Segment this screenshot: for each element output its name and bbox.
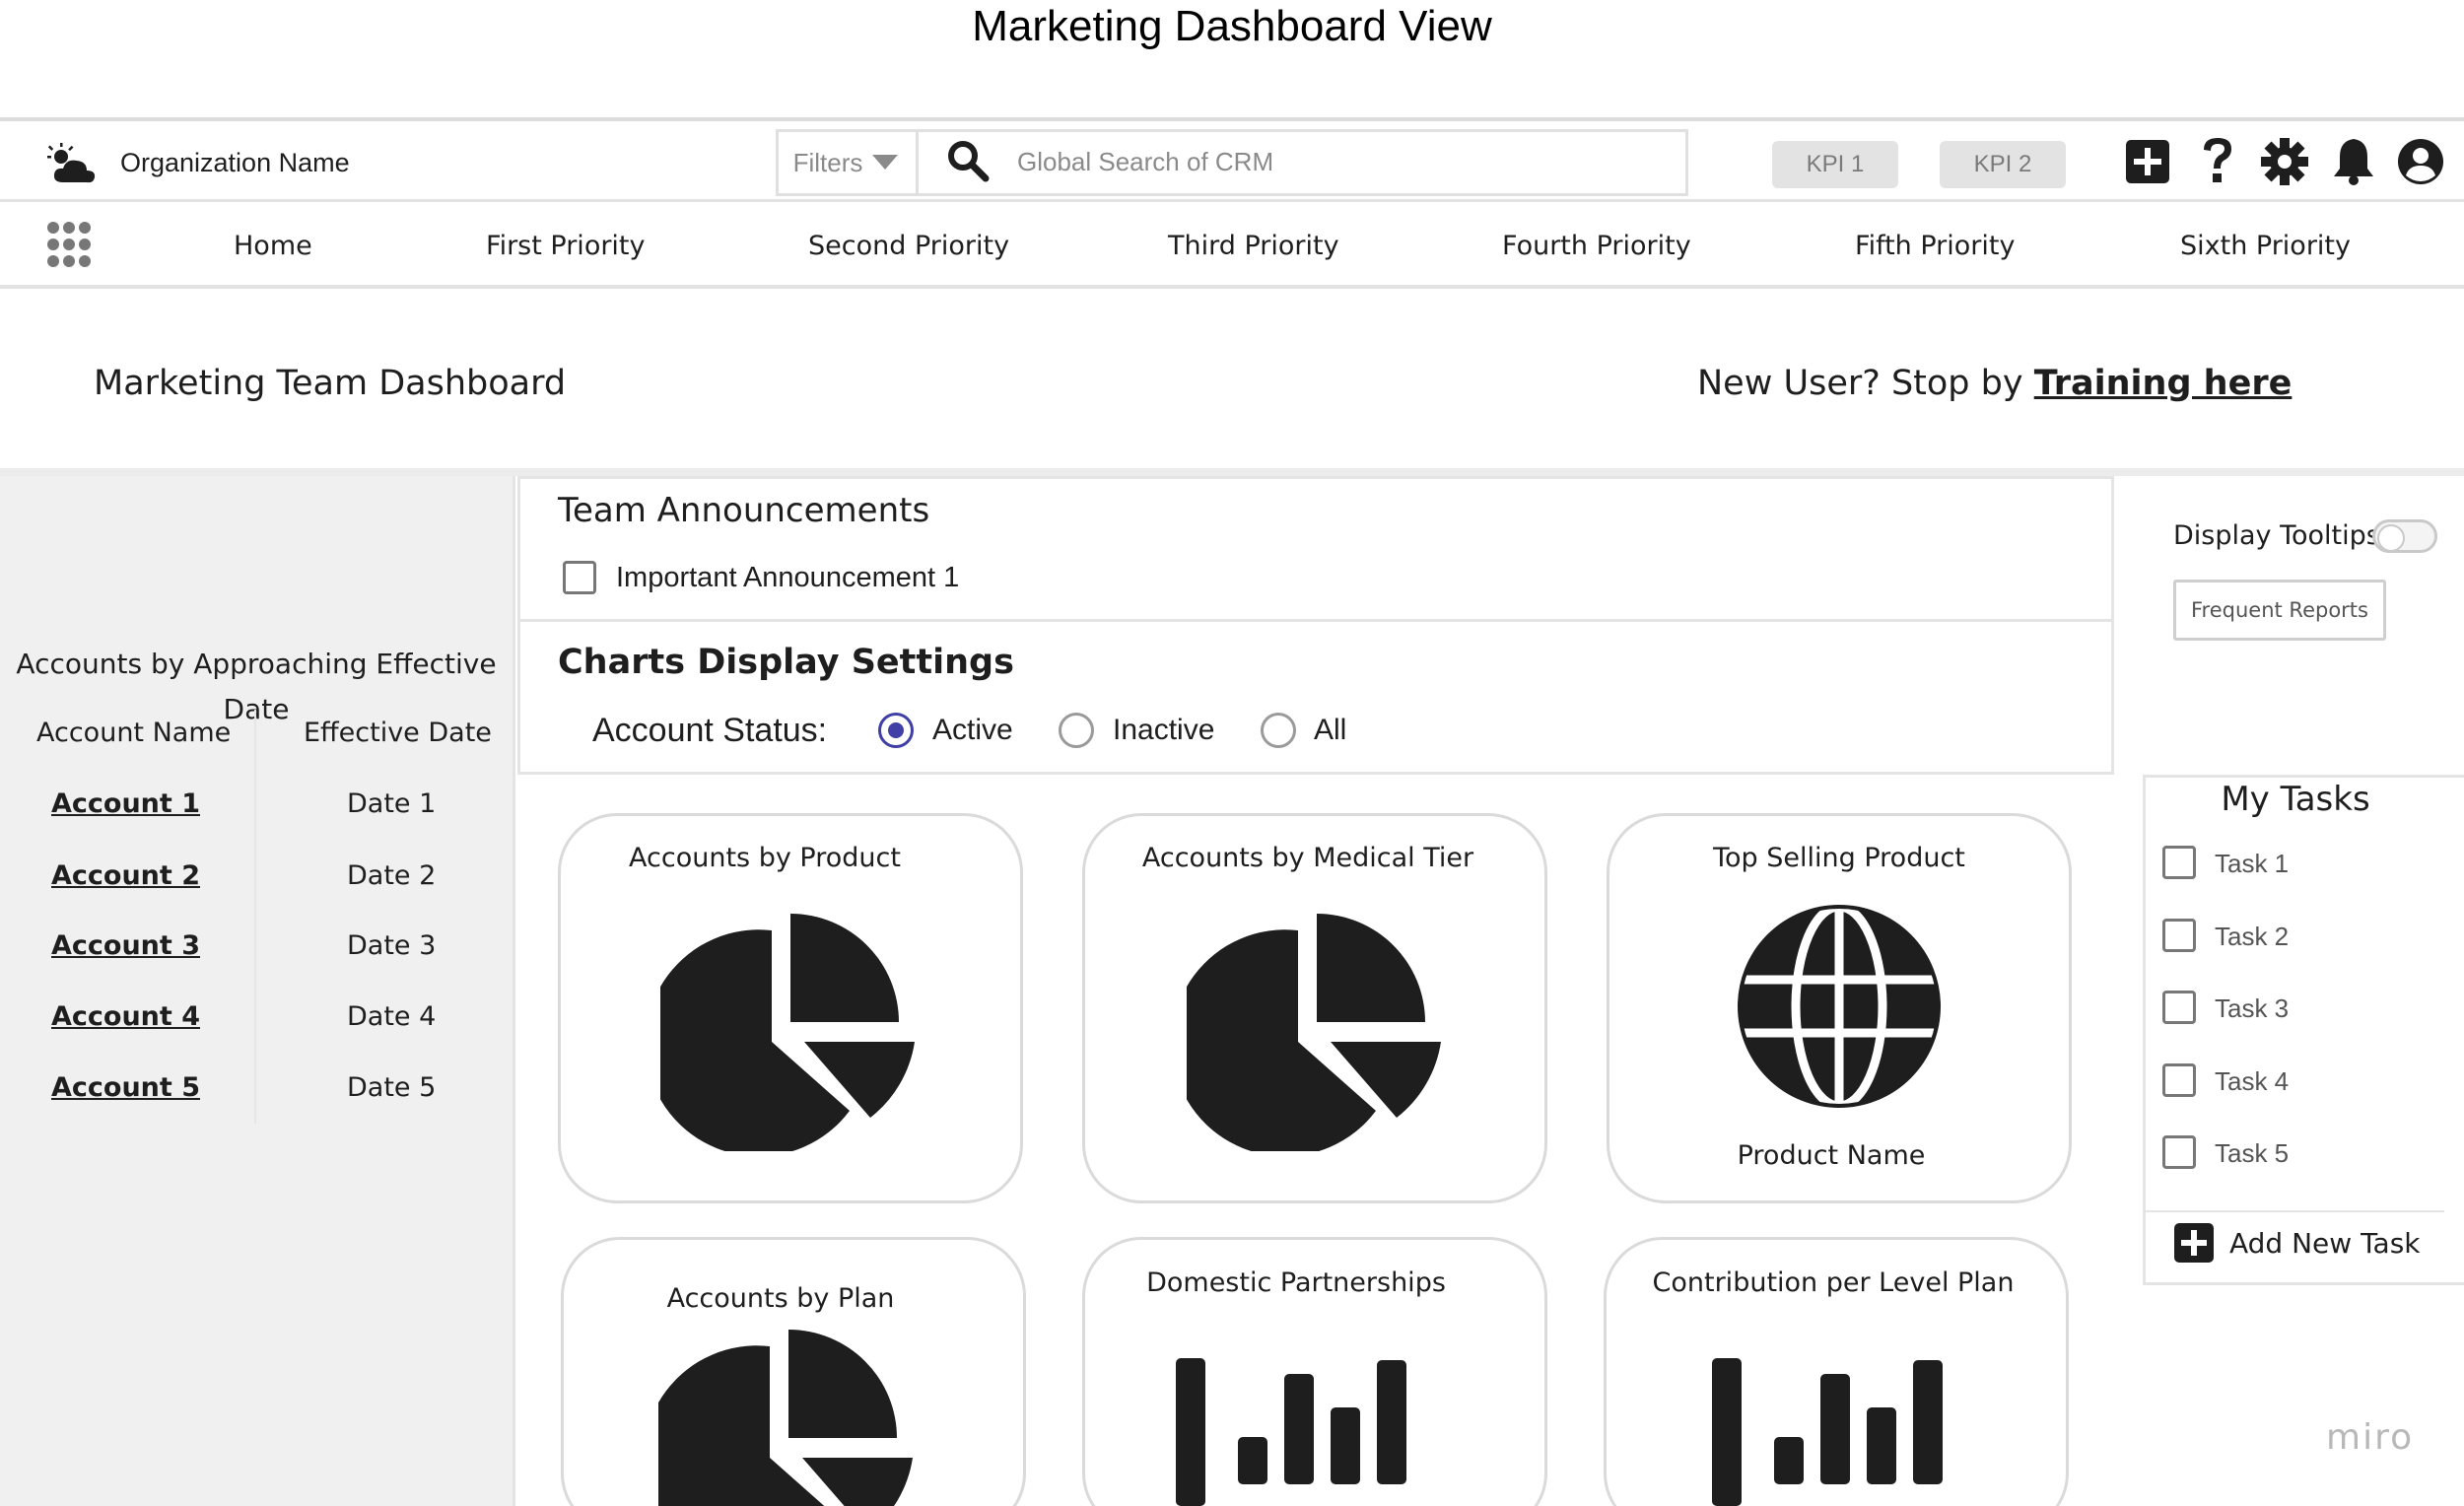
account-link[interactable]: Account 2	[51, 856, 200, 896]
add-new-task-button[interactable]: Add New Task	[2229, 1226, 2421, 1262]
section-divider	[0, 468, 2464, 476]
account-link[interactable]: Account 1	[51, 785, 200, 824]
gear-icon[interactable]	[2261, 138, 2308, 185]
effective-date: Date 3	[347, 930, 437, 961]
frequent-reports-button[interactable]: Frequent Reports	[2173, 580, 2386, 641]
column-header-account-name: Account Name	[36, 718, 232, 748]
bell-icon[interactable]	[2332, 137, 2375, 186]
nav-item-fourth-priority[interactable]: Fourth Priority	[1502, 227, 1691, 266]
weather-logo-icon	[47, 143, 96, 183]
help-icon[interactable]	[2200, 136, 2235, 187]
card-title: Accounts by Medical Tier	[1141, 843, 1474, 873]
card-title: Contribution per Level Plan	[1652, 1267, 2015, 1298]
column-header-effective-date: Effective Date	[304, 718, 492, 748]
task-label: Task 4	[2215, 1066, 2290, 1096]
task-checkbox[interactable]	[2162, 991, 2196, 1024]
card-title: Top Selling Product	[1713, 843, 1965, 873]
account-link[interactable]: Account 5	[51, 1068, 200, 1108]
kpi-2-badge[interactable]: KPI 2	[1940, 141, 2066, 188]
task-label: Task 5	[2215, 1138, 2290, 1168]
filters-label: Filters	[792, 147, 863, 177]
card-title: Accounts by Plan	[666, 1283, 895, 1314]
training-link[interactable]: Training here	[2034, 364, 2293, 403]
radio-label-inactive: Inactive	[1113, 714, 1215, 746]
filter-caret-icon	[872, 155, 899, 170]
card-title: Domestic Partnerships	[1146, 1267, 1446, 1298]
task-checkbox[interactable]	[2162, 1135, 2196, 1169]
task-checkbox[interactable]	[2162, 919, 2196, 952]
announcement-item: Important Announcement 1	[616, 562, 960, 593]
effective-date: Date 1	[347, 788, 437, 819]
chart-settings-title: Charts Display Settings	[558, 643, 1014, 682]
globe-icon	[1738, 905, 1941, 1108]
card-title: Accounts by Product	[629, 843, 901, 873]
radio-active[interactable]	[878, 713, 914, 748]
task-checkbox[interactable]	[2162, 846, 2196, 879]
nav-item-fifth-priority[interactable]: Fifth Priority	[1855, 227, 2015, 266]
training-banner: New User? Stop by Training here	[1697, 361, 2292, 406]
training-prefix: New User? Stop by	[1697, 364, 2034, 403]
app-launcher-icon[interactable]	[46, 221, 92, 268]
pie-chart-icon	[660, 914, 915, 1151]
announcements-title: Team Announcements	[558, 491, 930, 530]
task-label: Task 3	[2215, 993, 2290, 1023]
account-status-label: Account Status:	[592, 712, 828, 749]
accounts-panel-title: Accounts by Approaching Effective Date	[16, 648, 497, 725]
miro-watermark: miro	[2326, 1417, 2415, 1458]
bar-chart-icon	[1176, 1358, 1406, 1506]
account-link[interactable]: Account 3	[51, 926, 200, 966]
column-divider	[254, 710, 256, 1124]
add-task-plus-icon[interactable]	[2174, 1223, 2214, 1263]
nav-item-second-priority[interactable]: Second Priority	[808, 227, 1009, 266]
kpi-1-badge[interactable]: KPI 1	[1772, 141, 1898, 188]
nav-item-sixth-priority[interactable]: Sixth Priority	[2180, 227, 2351, 266]
account-link[interactable]: Account 4	[51, 997, 200, 1037]
nav-item-first-priority[interactable]: First Priority	[486, 227, 646, 266]
task-checkbox[interactable]	[2162, 1063, 2196, 1097]
organization-name[interactable]: Organization Name	[120, 143, 350, 182]
task-label: Task 2	[2215, 922, 2290, 951]
bar-chart-icon	[1712, 1358, 1943, 1506]
nav-item-third-priority[interactable]: Third Priority	[1168, 227, 1339, 266]
search-input[interactable]: Global Search of CRM	[1017, 142, 1273, 181]
radio-label-all: All	[1314, 714, 1347, 746]
search-icon[interactable]	[946, 139, 990, 182]
pie-chart-icon	[658, 1330, 913, 1506]
nav-item-home[interactable]: Home	[234, 227, 312, 266]
plus-icon[interactable]	[2126, 140, 2169, 183]
display-tooltips-label: Display Tooltips	[2173, 520, 2380, 551]
product-name-caption: Product Name	[1737, 1140, 1926, 1171]
radio-label-active: Active	[932, 714, 1013, 746]
display-tooltips-toggle[interactable]	[2372, 519, 2437, 553]
radio-inactive[interactable]	[1059, 713, 1094, 748]
filters-dropdown[interactable]: Filters	[776, 129, 919, 196]
announcement-checkbox[interactable]	[563, 561, 596, 594]
page-title: Marketing Team Dashboard	[94, 364, 567, 403]
frame-title: Marketing Dashboard View	[972, 2, 1492, 50]
effective-date: Date 4	[347, 1001, 437, 1032]
accounts-panel	[0, 476, 515, 1506]
pie-chart-icon	[1187, 914, 1441, 1151]
tasks-divider	[2143, 1210, 2444, 1212]
user-avatar-icon[interactable]	[2397, 138, 2444, 185]
effective-date: Date 2	[347, 860, 437, 891]
task-label: Task 1	[2215, 849, 2290, 878]
radio-all[interactable]	[1261, 713, 1296, 748]
my-tasks-title: My Tasks	[2221, 780, 2370, 819]
effective-date: Date 5	[347, 1072, 437, 1103]
